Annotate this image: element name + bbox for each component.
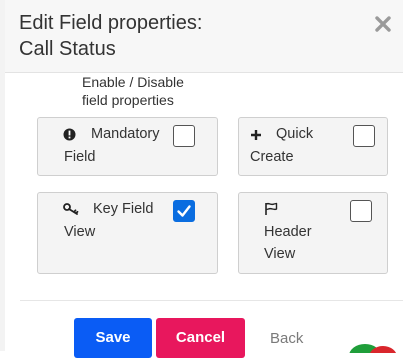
- save-button[interactable]: Save: [74, 318, 152, 358]
- header-view-card[interactable]: Header View: [238, 192, 388, 274]
- plus-icon: [250, 128, 262, 146]
- corner-badge-icon: [347, 340, 403, 358]
- mandatory-label-line2: Field: [64, 149, 96, 165]
- quick-create-card[interactable]: Quick Create: [238, 117, 388, 176]
- header-view-label-line2: View: [264, 246, 296, 262]
- quick-create-checkbox[interactable]: [353, 125, 375, 147]
- cancel-button[interactable]: Cancel: [156, 318, 245, 358]
- quick-create-label-line1: Quick: [276, 126, 314, 142]
- key-field-checkbox[interactable]: [173, 200, 195, 222]
- description-line1: Enable / Disable: [82, 74, 184, 90]
- mandatory-checkbox[interactable]: [173, 125, 195, 147]
- header-view-checkbox[interactable]: [350, 200, 372, 222]
- key-field-view-card[interactable]: Key Field View: [37, 192, 218, 274]
- exclamation-circle-icon: [63, 128, 76, 146]
- checkmark-icon: [177, 205, 191, 217]
- flag-icon: [264, 202, 279, 221]
- close-icon[interactable]: [373, 14, 393, 34]
- back-button[interactable]: Back: [270, 330, 303, 347]
- key-field-label-line1: Key Field: [93, 201, 154, 217]
- properties-description: Enable / Disable field properties: [82, 73, 184, 109]
- description-line2: field properties: [82, 92, 174, 108]
- quick-create-label-line2: Create: [250, 149, 294, 165]
- key-icon: [63, 203, 79, 221]
- mandatory-label-line1: Mandatory: [91, 126, 160, 142]
- dialog-title: Edit Field properties: Call Status: [19, 10, 202, 62]
- dialog-header: Edit Field properties: Call Status: [5, 0, 403, 73]
- dialog-title-line1: Edit Field properties:: [19, 12, 203, 34]
- footer-divider: [20, 300, 403, 301]
- dialog-title-line2: Call Status: [19, 38, 116, 60]
- mandatory-field-card[interactable]: Mandatory Field: [37, 117, 218, 176]
- header-view-label-line1: Header: [264, 224, 312, 240]
- key-field-label-line2: View: [64, 224, 96, 240]
